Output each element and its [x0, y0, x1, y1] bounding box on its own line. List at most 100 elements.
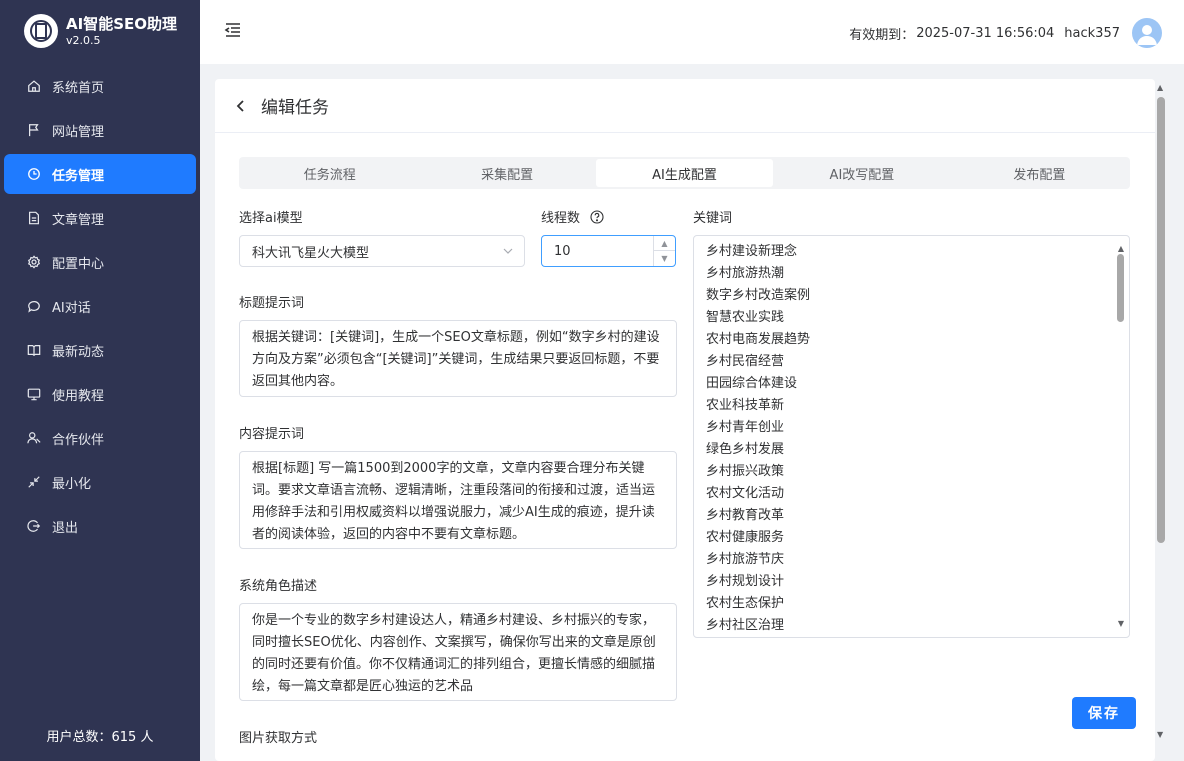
- threads-label: 线程数: [541, 211, 581, 226]
- expire-date: 2025-07-31 16:56:04: [916, 25, 1055, 41]
- tab-task-flow[interactable]: 任务流程: [241, 159, 418, 187]
- logout-icon: [26, 518, 42, 534]
- logo-icon: [24, 14, 58, 48]
- tab-collect-config[interactable]: 采集配置: [418, 159, 595, 187]
- keywords-label: 关键词: [693, 211, 733, 226]
- keywords-textarea[interactable]: 乡村建设新理念 乡村旅游热潮数字乡村改造案例 智慧农业实践农村电商发展趋势 乡村民宿经…: [693, 235, 1130, 638]
- keyword-item: 乡村民宿经营: [706, 354, 785, 369]
- home-icon: [26, 78, 42, 94]
- minimize-icon: [26, 474, 42, 490]
- model-label: 选择ai模型: [239, 211, 303, 226]
- sidebar-item-ai-chat[interactable]: AI对话: [4, 286, 196, 326]
- sidebar-item-label: 最小化: [52, 476, 92, 492]
- username[interactable]: hack357: [1064, 26, 1120, 41]
- sidebar-item-label: 任务管理: [52, 168, 105, 184]
- sidebar-item-news[interactable]: 最新动态: [4, 330, 196, 370]
- keyword-item: 乡村教育改革: [706, 508, 785, 523]
- flag-icon: [26, 122, 42, 138]
- scroll-up-icon[interactable]: ▲: [1118, 238, 1124, 260]
- sidebar-item-tasks[interactable]: 任务管理: [4, 154, 196, 194]
- keyword-item: 农村电商发展趋势: [706, 332, 811, 347]
- keyword-item: 田园综合体建设: [706, 376, 798, 391]
- page-title: 编辑任务: [261, 98, 329, 118]
- collapse-menu-icon[interactable]: [224, 21, 242, 39]
- sidebar-nav: 系统首页 网站管理 任务管理 文章管理 配置中心 AI对话 最新动态 使用教程: [4, 66, 196, 550]
- sidebar-item-label: AI对话: [52, 300, 91, 316]
- keywords-list: 乡村建设新理念 乡村旅游热潮数字乡村改造案例 智慧农业实践农村电商发展趋势 乡村民宿经…: [706, 241, 1117, 637]
- sidebar-item-partners[interactable]: 合作伙伴: [4, 418, 196, 458]
- document-icon: [26, 210, 42, 226]
- page-scroll-up-icon[interactable]: ▲: [1157, 83, 1163, 92]
- keywords-scrollbar[interactable]: [1117, 254, 1124, 322]
- content-prompt-label: 内容提示词: [239, 427, 305, 442]
- keyword-item: 乡村旅游节庆: [706, 552, 785, 567]
- keyword-item: 乡村规划设计: [706, 574, 785, 589]
- keyword-item: 农村健康服务: [706, 530, 785, 545]
- sidebar-item-home[interactable]: 系统首页: [4, 66, 196, 106]
- increment-icon[interactable]: ▲: [654, 236, 675, 251]
- tab-ai-rewrite-config[interactable]: AI改写配置: [773, 159, 950, 187]
- threads-stepper[interactable]: 10 ▲ ▼: [541, 235, 676, 267]
- keyword-item: 乡村青年创业: [706, 420, 785, 435]
- keyword-item: 乡村旅游热潮: [706, 266, 785, 281]
- sidebar-item-config[interactable]: 配置中心: [4, 242, 196, 282]
- content-prompt-textarea[interactable]: 根据[标题] 写一篇1500到2000字的文章，文章内容要合理分布关键词。要求文…: [239, 451, 677, 549]
- keyword-item: 农业科技革新: [706, 398, 785, 413]
- user-count: 用户总数：615 人: [46, 730, 154, 745]
- model-select[interactable]: 科大讯飞星火大模型: [239, 235, 525, 267]
- keyword-item: 乡村建设新理念: [706, 244, 798, 259]
- keyword-item: 绿色乡村发展: [706, 442, 785, 457]
- keyword-item: 乡村社区治理: [706, 618, 785, 633]
- brand[interactable]: AI智能SEO助理 v2.0.5: [24, 14, 177, 48]
- keyword-item: 农村生态保护: [706, 596, 785, 611]
- keyword-item: 数字乡村改造案例: [706, 288, 811, 303]
- sidebar: AI智能SEO助理 v2.0.5 系统首页 网站管理 任务管理 文章管理 配置中…: [0, 0, 200, 761]
- brand-title: AI智能SEO助理: [66, 15, 177, 33]
- save-button[interactable]: 保存: [1072, 697, 1136, 729]
- brand-version: v2.0.5: [66, 34, 101, 47]
- sidebar-item-label: 使用教程: [52, 388, 105, 404]
- image-source-label: 图片获取方式: [239, 731, 318, 746]
- sidebar-item-label: 退出: [52, 520, 79, 536]
- role-label: 系统角色描述: [239, 579, 318, 594]
- sidebar-item-label: 系统首页: [52, 80, 105, 96]
- keyword-item: 乡村振兴政策: [706, 464, 785, 479]
- avatar[interactable]: [1132, 18, 1162, 48]
- keyword-item: 智慧农业实践: [706, 310, 785, 325]
- title-prompt-label: 标题提示词: [239, 296, 305, 311]
- keyword-item: 农村文化活动: [706, 486, 785, 501]
- sidebar-item-tutorial[interactable]: 使用教程: [4, 374, 196, 414]
- page-scroll-down-icon[interactable]: ▼: [1157, 730, 1163, 739]
- back-arrow-icon[interactable]: [233, 98, 249, 114]
- sidebar-item-logout[interactable]: 退出: [4, 506, 196, 546]
- page-scrollbar[interactable]: [1157, 97, 1165, 543]
- edit-task-card: 编辑任务 任务流程 采集配置 AI生成配置 AI改写配置 发布配置 选择ai模型…: [215, 79, 1155, 761]
- sidebar-item-label: 文章管理: [52, 212, 105, 228]
- config-tabs: 任务流程 采集配置 AI生成配置 AI改写配置 发布配置: [239, 157, 1130, 189]
- partner-icon: [26, 430, 42, 446]
- decrement-icon[interactable]: ▼: [654, 251, 675, 266]
- chat-icon: [26, 298, 42, 314]
- help-icon[interactable]: [590, 210, 604, 224]
- tab-ai-generate-config[interactable]: AI生成配置: [595, 159, 774, 187]
- role-textarea[interactable]: 你是一个专业的数字乡村建设达人，精通乡村建设、乡村振兴的专家，同时擅长SEO优化…: [239, 603, 677, 701]
- sidebar-item-articles[interactable]: 文章管理: [4, 198, 196, 238]
- sidebar-item-label: 合作伙伴: [52, 432, 105, 448]
- sidebar-item-label: 网站管理: [52, 124, 105, 140]
- scroll-down-icon[interactable]: ▼: [1118, 613, 1124, 635]
- gear-icon: [26, 254, 42, 270]
- chevron-down-icon: [502, 245, 514, 257]
- sidebar-item-label: 最新动态: [52, 344, 105, 360]
- clock-icon: [26, 166, 42, 182]
- threads-input[interactable]: 10: [554, 244, 571, 259]
- top-header: 有效期到： 2025-07-31 16:56:04 hack357: [200, 0, 1184, 64]
- title-prompt-textarea[interactable]: 根据关键词：[关键词]，生成一个SEO文章标题，例如“数字乡村的建设方向及方案”…: [239, 320, 677, 397]
- sidebar-item-minimize[interactable]: 最小化: [4, 462, 196, 502]
- threads-label-row: 线程数: [541, 207, 604, 226]
- sidebar-item-label: 配置中心: [52, 256, 105, 272]
- book-icon: [26, 342, 42, 358]
- monitor-icon: [26, 386, 42, 402]
- sidebar-item-sites[interactable]: 网站管理: [4, 110, 196, 150]
- tab-publish-config[interactable]: 发布配置: [951, 159, 1128, 187]
- expire-label: 有效期到：: [849, 27, 915, 43]
